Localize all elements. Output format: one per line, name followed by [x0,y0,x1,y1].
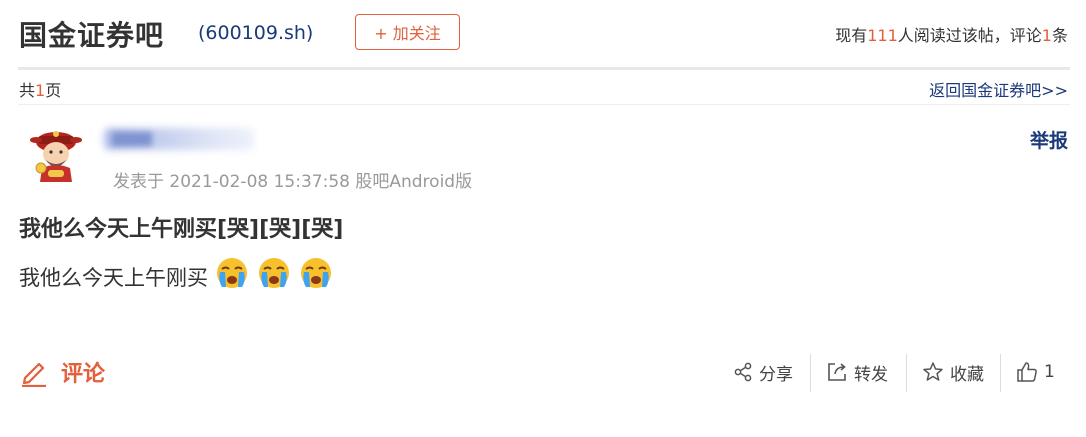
crying-face-emoji-icon [217,258,247,288]
post-meta: 发表于 2021-02-08 15:37:58 股吧Android版 [113,172,473,192]
pages-number: 1 [35,81,46,100]
crying-face-emoji-icon [301,258,331,288]
bar-title[interactable]: 国金证券吧 [19,14,164,54]
comment-count: 1 [1041,26,1052,45]
pencil-icon [22,362,46,387]
pages-prefix: 共 [19,81,36,100]
post-body-text: 我他么今天上午刚买 [19,266,208,290]
post-title: 我他么今天上午刚买[哭][哭][哭] [19,217,344,242]
pager-row: 共1页 返回国金证券吧>> [0,74,1086,102]
header-divider [18,67,1070,70]
page-header: 国金证券吧 (600109.sh) + 加关注 现有111人阅读过该帖，评论1条 [0,0,1086,68]
pages-suffix: 页 [45,81,62,100]
post-body: 我他么今天上午刚买 [19,258,334,295]
report-button[interactable]: 举报 [1030,126,1068,153]
share-label: 分享 [759,364,793,385]
forward-icon [828,363,846,381]
action-divider [810,354,811,392]
page-count: 共1页 [19,77,61,101]
username-redacted[interactable] [100,122,265,160]
stock-code[interactable]: (600109.sh) [198,22,313,44]
pager-divider [18,104,1070,105]
action-bar: 评论 分享 转发 收藏 1 [0,352,1086,394]
action-divider [906,354,907,392]
like-button[interactable]: 1 [1016,352,1055,392]
back-to-bar-link[interactable]: 返回国金证券吧>> [929,77,1068,101]
follow-button[interactable]: + 加关注 [355,14,460,50]
read-stats: 现有111人阅读过该帖，评论1条 [835,22,1068,46]
reader-count: 111 [867,26,898,45]
fortune-god-avatar-icon [30,131,82,182]
favorite-button[interactable]: 收藏 [922,352,984,392]
stats-prefix: 现有 [835,26,868,45]
comment-label: 评论 [61,362,106,387]
thumbs-up-icon [1017,362,1037,382]
username-blur-dark [112,132,152,146]
star-icon [923,362,943,381]
crying-face-emoji-icon [259,258,289,288]
favorite-label: 收藏 [950,364,984,385]
share-icon [734,362,752,382]
share-button[interactable]: 分享 [733,352,793,392]
stats-mid: 人阅读过该帖，评论 [897,26,1042,45]
forward-button[interactable]: 转发 [826,352,888,392]
comment-button[interactable]: 评论 [19,356,105,388]
like-count: 1 [1044,362,1055,382]
stats-suffix: 条 [1051,26,1068,45]
avatar[interactable] [28,124,84,184]
forward-label: 转发 [854,364,888,385]
action-divider [1000,354,1001,392]
